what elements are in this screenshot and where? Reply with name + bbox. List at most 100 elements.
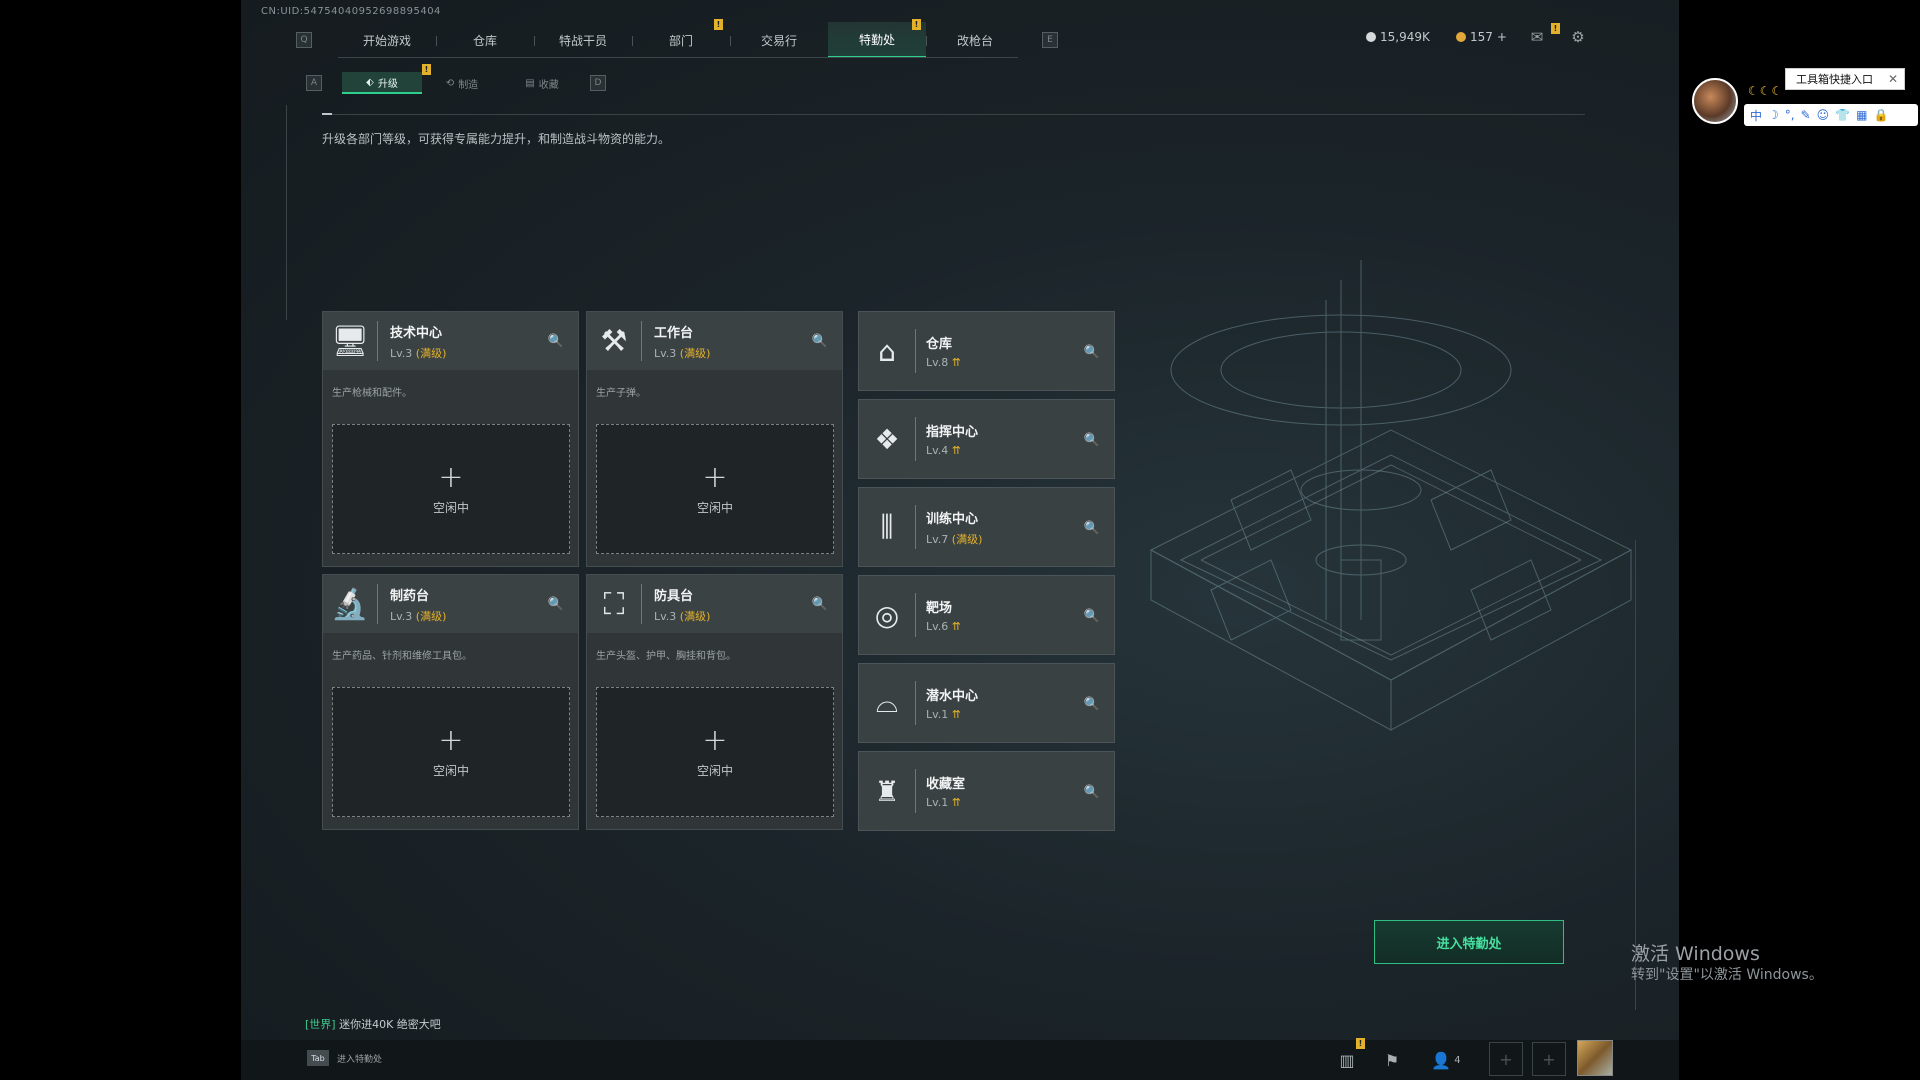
wrench-icon[interactable]: ✎ [1801, 108, 1811, 122]
tab-hint[interactable]: Tab 进入特勤处 [307, 1050, 382, 1066]
facility-card-workbench[interactable]: ⚒ 工作台 Lv.3 (满级) 🔍 生产子弹。 + 空闲中 [586, 311, 843, 567]
plus-icon: + [702, 459, 728, 495]
grid-icon[interactable]: ▦ [1856, 108, 1867, 122]
ime-chinese-toggle[interactable]: 中 [1750, 107, 1762, 124]
player-avatar[interactable] [1577, 1040, 1613, 1076]
card-divider [915, 329, 916, 373]
flag-icon[interactable]: ⚑ [1378, 1046, 1406, 1074]
craft-slot[interactable]: + 空闲中 [332, 424, 570, 554]
page-description: 升级各部门等级，可获得专属能力提升，和制造战斗物资的能力。 [322, 132, 671, 146]
slot-status: 空闲中 [432, 500, 469, 515]
search-icon[interactable]: 🔍 [1084, 520, 1100, 536]
search-icon[interactable]: 🔍 [1084, 344, 1100, 360]
warehouse-icon: ⌂ [878, 334, 896, 368]
search-icon[interactable]: 🔍 [1084, 784, 1100, 800]
chat-channel: [世界] [305, 1018, 336, 1031]
top-nav: Q 开始游戏 仓库 特战干员 部门 交易行 特勤处 改枪台 E [296, 22, 1058, 58]
nav-next-key[interactable]: E [1042, 32, 1058, 48]
facility-card-command-center[interactable]: ❖ 指挥中心 Lv.4 ⇈ 🔍 [858, 399, 1115, 479]
plus-icon: + [702, 722, 728, 758]
skin-icon[interactable]: 👕 [1835, 108, 1850, 122]
level-value: Lv.3 [654, 609, 677, 623]
tab-hint-label: 进入特勤处 [337, 1054, 383, 1065]
craft-slot[interactable]: + 空闲中 [596, 687, 834, 817]
party-slot[interactable]: + [1489, 1042, 1523, 1076]
coin-value: 157 [1470, 30, 1493, 44]
money-icon [1366, 32, 1376, 42]
craft-icon: ⟲ [445, 77, 455, 89]
search-icon[interactable]: 🔍 [812, 596, 828, 612]
facility-card-armor-bench[interactable]: ⛶ 防具台 Lv.3 (满级) 🔍 生产头盔、护甲、胸挂和背包。 + 空闲中 [586, 574, 843, 830]
gear-icon[interactable]: ⚙ [1568, 28, 1588, 46]
punctuation-icon[interactable]: °, [1785, 108, 1795, 122]
stats-icon[interactable]: ▥ [1333, 1046, 1361, 1074]
toolbox-tooltip: 工具箱快捷入口 ✕ [1785, 68, 1905, 90]
slot-status: 空闲中 [696, 500, 733, 515]
facility-card-training-center[interactable]: ⫼ 训练中心 Lv.7 (满级) 🔍 [858, 487, 1115, 567]
facility-card-warehouse[interactable]: ⌂ 仓库 Lv.8 ⇈ 🔍 [858, 311, 1115, 391]
subtab-craft[interactable]: ⟲ 制造 [422, 72, 502, 94]
party-slot[interactable]: + [1532, 1042, 1566, 1076]
tab-warehouse[interactable]: 仓库 [436, 22, 534, 58]
facility-level: Lv.3 (满级) [390, 345, 446, 361]
craft-slot[interactable]: + 空闲中 [332, 687, 570, 817]
toolbox-avatar[interactable] [1692, 78, 1738, 124]
alert-badge-trade: ! [912, 19, 921, 30]
craft-slot[interactable]: + 空闲中 [596, 424, 834, 554]
facility-name: 工作台 [654, 325, 694, 341]
plus-icon: + [438, 459, 464, 495]
tab-key: Tab [307, 1050, 329, 1066]
card-header: 🖥 技术中心 Lv.3 (满级) 🔍 [323, 312, 578, 370]
subtab-upgrade-label: 升级 [377, 78, 398, 90]
facility-name: 靶场 [926, 601, 953, 616]
enter-special-ops-button[interactable]: 进入特勤处 [1374, 920, 1564, 964]
search-icon[interactable]: 🔍 [548, 333, 564, 349]
friends-button[interactable]: 👤 4 [1423, 1046, 1469, 1074]
subnav-next-key[interactable]: D [590, 75, 606, 91]
level-value: Lv.3 [390, 346, 413, 360]
emoji-icon[interactable]: ☺ [1817, 108, 1830, 122]
moon-icon[interactable]: ☽ [1768, 108, 1779, 122]
mail-icon[interactable]: ✉ [1527, 28, 1547, 46]
tab-operators[interactable]: 特战干员 [534, 22, 632, 58]
nav-prev-key[interactable]: Q [296, 32, 312, 48]
subnav-divider-mark [322, 113, 332, 115]
search-icon[interactable]: 🔍 [548, 596, 564, 612]
facility-name: 收藏室 [926, 777, 966, 792]
search-icon[interactable]: 🔍 [1084, 432, 1100, 448]
upgrade-icon: ⬖ [366, 76, 374, 88]
facility-card-pharmacy[interactable]: 🔬 制药台 Lv.3 (满级) 🔍 生产药品、针剂和维修工具包。 + 空闲中 [322, 574, 579, 830]
search-icon[interactable]: 🔍 [812, 333, 828, 349]
lock-icon[interactable]: 🔒 [1873, 108, 1888, 122]
subtab-craft-label: 制造 [458, 79, 479, 91]
slot-status: 空闲中 [696, 763, 733, 778]
tab-trade[interactable]: 交易行 [730, 22, 828, 58]
facility-card-shooting-range[interactable]: ◎ 靶场 Lv.6 ⇈ 🔍 [858, 575, 1115, 655]
card-header: ⚒ 工作台 Lv.3 (满级) 🔍 [587, 312, 842, 370]
activation-watermark-subtitle: 转到"设置"以激活 Windows。 [1631, 967, 1823, 983]
subtab-collection-label: 收藏 [538, 79, 559, 91]
add-coin-button[interactable]: + [1497, 30, 1507, 44]
search-icon[interactable]: 🔍 [1084, 696, 1100, 712]
friends-icon: 👤 [1431, 1050, 1452, 1070]
subtab-collection[interactable]: ▤ 收藏 [502, 72, 582, 94]
uid-label: CN:UID:54754040952698895404 [261, 6, 441, 17]
tab-start-game[interactable]: 开始游戏 [338, 22, 436, 58]
facility-level: Lv.8 ⇈ [926, 356, 961, 369]
coin-display[interactable]: 157 + [1456, 30, 1507, 44]
tools-icon: ⚒ [600, 323, 628, 359]
close-icon[interactable]: ✕ [1888, 72, 1898, 86]
tab-gunsmith[interactable]: 改枪台 [926, 22, 1024, 58]
card-divider [915, 505, 916, 549]
alert-badge-department: ! [714, 19, 723, 30]
facility-name: 技术中心 [390, 325, 443, 341]
left-ornament-line [286, 105, 287, 320]
chat-line[interactable]: [世界] 迷你进40K 绝密大吧 [305, 1016, 441, 1032]
collection-icon: ▤ [525, 77, 535, 89]
facility-card-tech-center[interactable]: 🖥 技术中心 Lv.3 (满级) 🔍 生产枪械和配件。 + 空闲中 [322, 311, 579, 567]
subnav-prev-key[interactable]: A [306, 75, 322, 91]
facility-card-collection-room[interactable]: ♜ 收藏室 Lv.1 ⇈ 🔍 [858, 751, 1115, 831]
subtab-upgrade[interactable]: ⬖ 升级 [342, 72, 422, 94]
search-icon[interactable]: 🔍 [1084, 608, 1100, 624]
facility-card-diving-center[interactable]: ⌓ 潜水中心 Lv.1 ⇈ 🔍 [858, 663, 1115, 743]
